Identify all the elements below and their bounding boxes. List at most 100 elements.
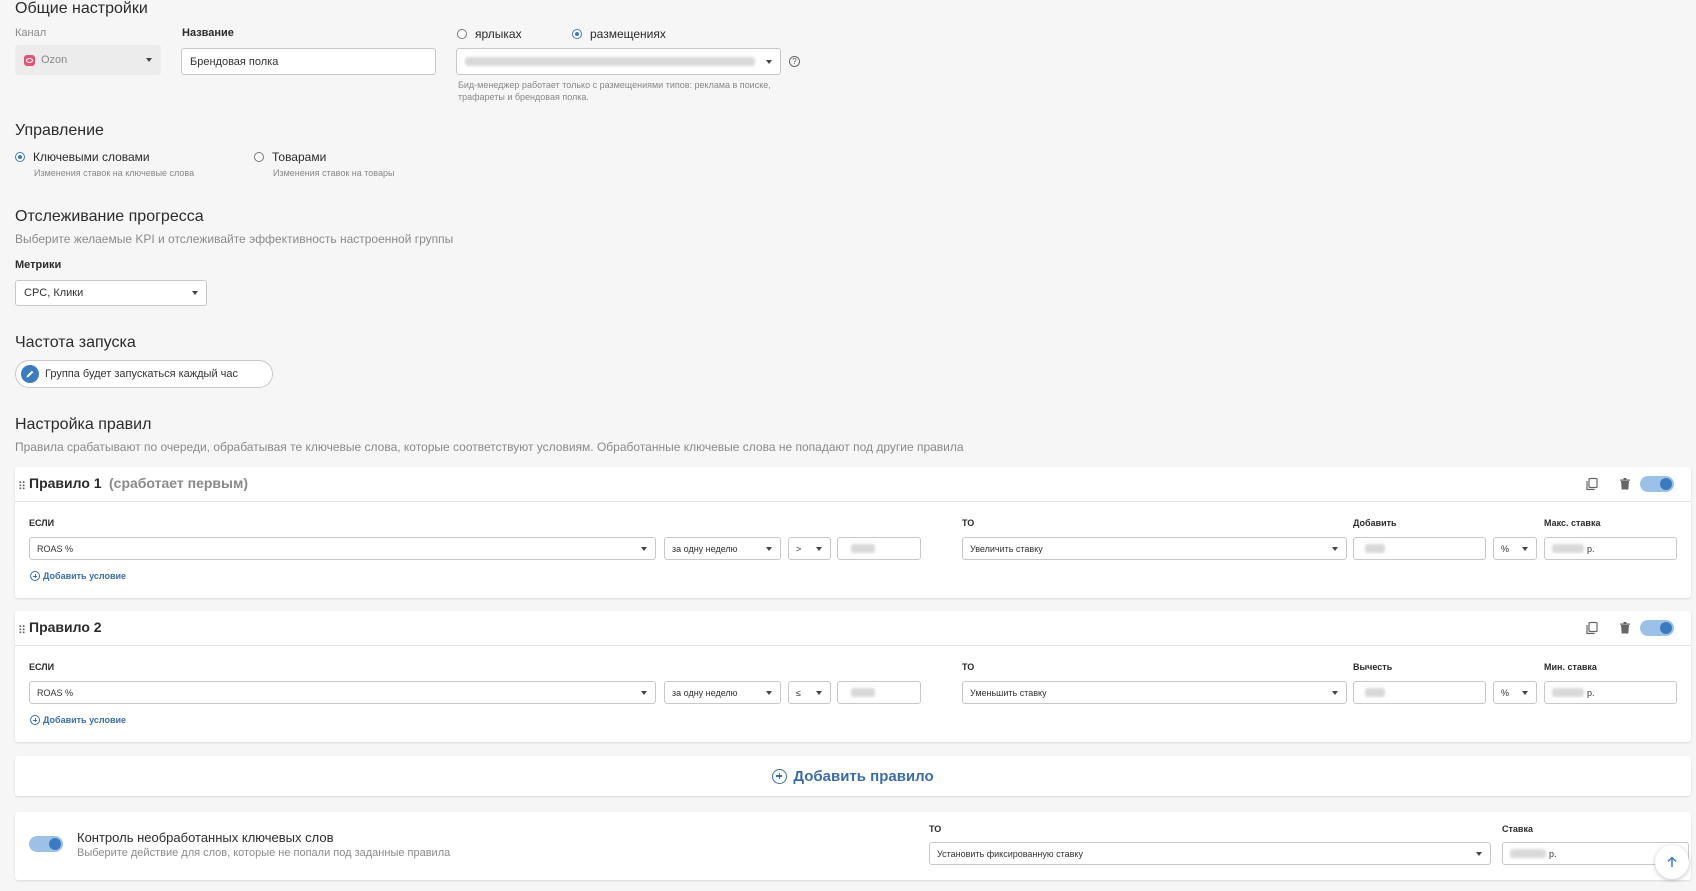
add-circle-icon	[772, 768, 788, 784]
chevron-down-icon	[1332, 690, 1338, 695]
frequency-chip[interactable]: Группа будет запускаться каждый час	[15, 360, 273, 388]
rules-subtitle: Правила срабатывают по очереди, обрабаты…	[15, 440, 964, 454]
chevron-down-icon	[766, 59, 772, 64]
radio-keywords-hint: Изменения ставок на ключевые слова	[34, 168, 195, 178]
rule-1-limit-input[interactable]: р.	[1544, 537, 1677, 560]
rule-2-metric-select[interactable]: ROAS %	[29, 681, 656, 704]
rule-1-period-value: за одну неделю	[672, 543, 738, 554]
radio-products[interactable]	[254, 152, 264, 162]
add-circle-icon	[30, 571, 40, 581]
unprocessed-title: Контроль необработанных ключевых слов	[77, 830, 334, 845]
rule-1-if-label: ЕСЛИ	[29, 518, 55, 528]
unprocessed-card: Контроль необработанных ключевых слов Вы…	[15, 812, 1691, 880]
rule-1-operator-value: >	[796, 543, 802, 554]
radio-placements[interactable]	[572, 29, 582, 39]
chevron-down-icon	[1332, 546, 1338, 551]
pencil-icon	[21, 365, 39, 383]
radio-keywords[interactable]	[15, 152, 25, 162]
drag-handle-icon[interactable]: ⠿	[18, 625, 26, 637]
radio-labels-text: ярлыках	[475, 27, 522, 41]
rule-1-threshold-input[interactable]	[837, 537, 921, 560]
unprocessed-rate-label: Ставка	[1502, 824, 1533, 834]
channel-select[interactable]: Ozon	[15, 45, 161, 75]
rule-1-then-label: ТО	[962, 518, 975, 528]
unprocessed-action-select[interactable]: Установить фиксированную ставку	[929, 842, 1491, 865]
chevron-down-icon	[816, 546, 822, 551]
radio-keywords-text: Ключевыми словами	[33, 150, 150, 164]
radio-labels[interactable]	[457, 29, 467, 39]
rule-1-toggle[interactable]	[1640, 476, 1674, 492]
chevron-down-icon	[641, 546, 647, 551]
trash-icon[interactable]	[1618, 621, 1632, 635]
chevron-down-icon	[192, 291, 198, 295]
rule-2-operator-value: ≤	[796, 687, 801, 698]
trash-icon[interactable]	[1618, 477, 1632, 491]
placement-hint: Бид-менеджер работает только с размещени…	[458, 80, 771, 102]
metrics-value: CPC, Клики	[24, 287, 84, 299]
name-input[interactable]: Брендовая полка	[181, 48, 436, 75]
radio-products-hint: Изменения ставок на товары	[273, 168, 395, 178]
rule-2-period-value: за одну неделю	[672, 687, 738, 698]
rule-2-unit-value: %	[1501, 687, 1510, 698]
rule-1-amount-input[interactable]	[1353, 537, 1486, 560]
rule-1-unit-select[interactable]: %	[1493, 537, 1537, 560]
rule-1-period-select[interactable]: за одну неделю	[664, 537, 781, 560]
rule-2-action-value: Уменьшить ставку	[970, 687, 1047, 698]
rule-2-period-select[interactable]: за одну неделю	[664, 681, 781, 704]
rule-1-limit-label: Макс. ставка	[1544, 518, 1601, 528]
rule-2-limit-currency: р.	[1587, 687, 1595, 698]
rule-2-threshold-value	[851, 688, 875, 697]
unprocessed-toggle[interactable]	[29, 836, 63, 852]
drag-handle-icon[interactable]: ⠿	[18, 481, 26, 493]
arrow-up-icon	[1667, 856, 1677, 867]
rule-2-title: Правило 2	[29, 619, 102, 635]
unprocessed-rate-value	[1510, 849, 1546, 858]
add-rule-button[interactable]: Добавить правило	[15, 756, 1691, 796]
rule-1-action-select[interactable]: Увеличить ставку	[962, 537, 1347, 560]
unprocessed-then-label: ТО	[929, 824, 942, 834]
scroll-top-button[interactable]	[1655, 845, 1689, 879]
rule-2-if-label: ЕСЛИ	[29, 662, 55, 672]
rule-2-operator-select[interactable]: ≤	[788, 681, 831, 704]
rule-1-metric-select[interactable]: ROAS %	[29, 537, 656, 560]
name-value: Брендовая полка	[190, 55, 279, 68]
chevron-down-icon	[641, 690, 647, 695]
chevron-down-icon	[1476, 851, 1482, 856]
copy-icon[interactable]	[1585, 621, 1599, 635]
rule-2-amount-input[interactable]	[1353, 681, 1486, 704]
chevron-down-icon	[146, 58, 152, 62]
rule-2-limit-value	[1552, 688, 1584, 697]
ozon-icon	[24, 54, 35, 66]
rules-title: Настройка правил	[15, 416, 152, 433]
frequency-title: Частота запуска	[15, 334, 136, 351]
rule-2-toggle[interactable]	[1640, 620, 1674, 636]
rule-1-limit-value	[1552, 544, 1584, 553]
radio-products-text: Товарами	[272, 150, 327, 164]
rule-1-action-value: Увеличить ставку	[970, 543, 1043, 554]
chevron-down-icon	[816, 690, 822, 695]
unprocessed-subtitle: Выберите действие для слов, которые не п…	[77, 847, 451, 859]
chevron-down-icon	[766, 546, 772, 551]
metrics-select[interactable]: CPC, Клики	[15, 280, 207, 306]
radio-placements-text: размещениях	[590, 27, 666, 41]
rule-2-add-condition-text: Добавить условие	[43, 715, 127, 725]
rule-1-note: (сработает первым)	[109, 475, 249, 491]
channel-label: Канал	[15, 27, 47, 39]
rule-2-then-label: ТО	[962, 662, 975, 672]
rule-2-limit-input[interactable]: р.	[1544, 681, 1677, 704]
rule-1-add-condition[interactable]: Добавить условие	[30, 571, 126, 581]
chevron-down-icon	[766, 690, 772, 695]
frequency-chip-text: Группа будет запускаться каждый час	[45, 368, 238, 380]
rule-2-add-condition[interactable]: Добавить условие	[30, 715, 126, 725]
rule-2-action-select[interactable]: Уменьшить ставку	[962, 681, 1347, 704]
rule-2-threshold-input[interactable]	[837, 681, 921, 704]
placements-value	[465, 57, 755, 66]
rule-1-unit-value: %	[1501, 543, 1510, 554]
help-icon[interactable]: ?	[789, 56, 800, 67]
progress-title: Отслеживание прогресса	[15, 208, 204, 225]
rule-2-unit-select[interactable]: %	[1493, 681, 1537, 704]
rule-1-title: Правило 1	[29, 475, 102, 491]
placements-select[interactable]	[456, 48, 781, 75]
rule-1-operator-select[interactable]: >	[788, 537, 831, 560]
copy-icon[interactable]	[1585, 477, 1599, 491]
